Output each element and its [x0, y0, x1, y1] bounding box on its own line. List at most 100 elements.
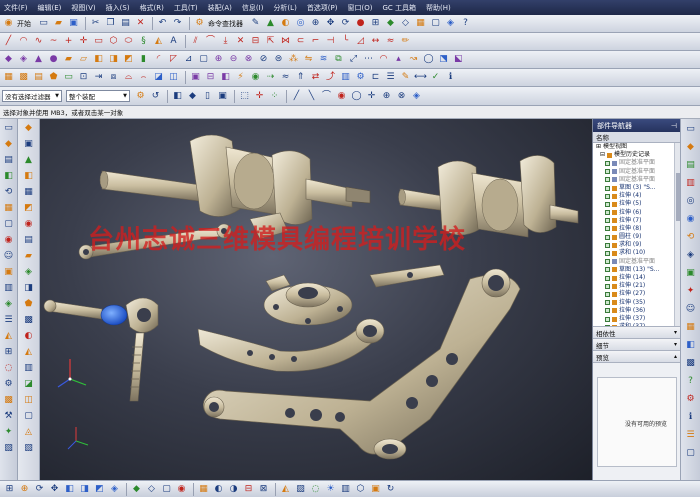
offset-surface-icon[interactable]: ⧈ — [107, 71, 120, 84]
graphics-window[interactable]: 台州志诚三维模具编程培训学校 — [40, 119, 592, 480]
assembly-navigator-tab-icon[interactable]: ▭ — [684, 122, 698, 136]
tool-11-icon[interactable]: ◨ — [22, 281, 36, 295]
save-icon[interactable]: ▣ — [67, 17, 80, 30]
move-face-icon[interactable]: ⬕ — [452, 53, 465, 66]
standard-part-icon[interactable]: ⚙ — [354, 71, 367, 84]
core-cavity-icon[interactable]: ◧ — [219, 71, 232, 84]
slider-icon[interactable]: ⇄ — [309, 71, 322, 84]
text-icon[interactable]: A — [167, 35, 180, 48]
menu-info[interactable]: 信息(I) — [242, 3, 264, 13]
pan-view-icon[interactable]: ✥ — [48, 483, 61, 496]
shell-icon[interactable]: ▢ — [197, 53, 210, 66]
visibility-checkbox[interactable] — [605, 316, 610, 322]
menu-preferences[interactable]: 首选项(P) — [307, 3, 338, 13]
visibility-checkbox[interactable] — [605, 160, 610, 166]
lighting-icon[interactable]: ☀ — [324, 483, 337, 496]
synchronous-icon[interactable]: ⬔ — [437, 53, 450, 66]
visibility-checkbox[interactable] — [605, 300, 610, 306]
tree-node-feature[interactable]: 拉伸 (35) — [593, 299, 680, 307]
line-icon[interactable]: ╱ — [2, 35, 15, 48]
tool-1-icon[interactable]: ◆ — [22, 121, 36, 135]
snap-intersection-icon[interactable]: ✛ — [365, 90, 378, 103]
snap-point-icon[interactable]: ✛ — [253, 90, 266, 103]
helix-icon[interactable]: § — [137, 35, 150, 48]
wireframe-view-icon[interactable]: ▢ — [160, 483, 173, 496]
rectangle-select-icon[interactable]: ⬚ — [238, 90, 251, 103]
render-icon[interactable]: ● — [354, 17, 367, 30]
patch-icon[interactable]: ◪ — [152, 71, 165, 84]
edit-section-icon[interactable]: ⊠ — [257, 483, 270, 496]
tool-palette-icon[interactable]: ⚙ — [2, 377, 16, 391]
snap-center-icon[interactable]: ◉ — [335, 90, 348, 103]
visibility-checkbox[interactable] — [605, 218, 610, 224]
tree-node-feature[interactable]: 拉伸 (5) — [593, 200, 680, 208]
command-finder-label[interactable]: 命令查找器 — [208, 19, 243, 29]
help-icon[interactable]: ? — [459, 17, 472, 30]
gate-icon[interactable]: ◉ — [249, 71, 262, 84]
tree-node-feature[interactable]: 拉伸 (8) — [593, 225, 680, 233]
cylinder-icon[interactable]: ◈ — [17, 53, 30, 66]
drawing-icon[interactable]: ✎ — [399, 71, 412, 84]
info-tab-icon[interactable]: ℹ — [684, 410, 698, 424]
tree-node-feature[interactable]: 拉伸 (36) — [593, 307, 680, 315]
menu-tools[interactable]: 工具(T) — [174, 3, 198, 13]
section-dependency[interactable]: 相依性 ▾ — [593, 327, 680, 339]
section-preview[interactable]: 预览 ▴ — [593, 351, 680, 363]
arc-icon[interactable]: ◠ — [17, 35, 30, 48]
scale-body-icon[interactable]: ⤢ — [347, 53, 360, 66]
color-icon[interactable]: ◭ — [279, 483, 292, 496]
clip-section-icon[interactable]: ⊟ — [242, 483, 255, 496]
mold-base-icon[interactable]: ▥ — [339, 71, 352, 84]
perspective-icon[interactable]: ⬡ — [354, 483, 367, 496]
snap-end-icon[interactable]: ⁘ — [268, 90, 281, 103]
assembly-navigator-icon[interactable]: ▭ — [2, 121, 16, 135]
visibility-checkbox[interactable] — [605, 291, 610, 297]
sew-icon[interactable]: ⋯ — [362, 53, 375, 66]
constraint-navigator-tab-icon[interactable]: ◆ — [684, 140, 698, 154]
info-icon[interactable]: ℹ — [444, 71, 457, 84]
tool-21-icon[interactable]: ▧ — [22, 441, 36, 455]
through-curves-icon[interactable]: ▦ — [2, 71, 15, 84]
sweep-icon[interactable]: ↝ — [407, 53, 420, 66]
rotate-icon[interactable]: ⟳ — [339, 17, 352, 30]
tree-node-feature[interactable]: 拉伸 (14) — [593, 274, 680, 282]
ejector-icon[interactable]: ⇑ — [294, 71, 307, 84]
draft-icon[interactable]: ⊿ — [182, 53, 195, 66]
flange-part[interactable] — [263, 274, 353, 326]
bounded-plane-icon[interactable]: ▭ — [62, 71, 75, 84]
analysis-palette-icon[interactable]: ◌ — [2, 361, 16, 375]
subtract-icon[interactable]: ⊖ — [227, 53, 240, 66]
visibility-checkbox[interactable] — [605, 251, 610, 257]
wireframe-icon[interactable]: ◇ — [399, 17, 412, 30]
join-curve-icon[interactable]: ⋈ — [279, 35, 292, 48]
visibility-checkbox[interactable] — [605, 275, 610, 281]
pocket-icon[interactable]: ▱ — [77, 53, 90, 66]
menu-analysis[interactable]: 分析(L) — [273, 3, 296, 13]
cone-icon[interactable]: ▲ — [32, 53, 45, 66]
hide-icon[interactable]: ◑ — [227, 483, 240, 496]
open-icon[interactable]: ▰ — [52, 17, 65, 30]
extrude-icon[interactable]: ▲ — [264, 17, 277, 30]
face-blend-icon[interactable]: ◠ — [377, 53, 390, 66]
tool-14-icon[interactable]: ◐ — [22, 329, 36, 343]
parting-icon[interactable]: ⊟ — [204, 71, 217, 84]
history-icon[interactable]: ⟲ — [2, 185, 16, 199]
thread-icon[interactable]: ≋ — [317, 53, 330, 66]
visual-report-tab-icon[interactable]: ▩ — [684, 356, 698, 370]
thicken-icon[interactable]: ◫ — [167, 71, 180, 84]
shaded-icon[interactable]: ◆ — [130, 483, 143, 496]
visibility-checkbox[interactable] — [605, 193, 610, 199]
block-icon[interactable]: ◆ — [2, 53, 15, 66]
system-materials-icon[interactable]: ▦ — [2, 201, 16, 215]
extract-curve-icon[interactable]: ⇱ — [264, 35, 277, 48]
wrap-curve-icon[interactable]: ⊂ — [294, 35, 307, 48]
select-edge-icon[interactable]: ▯ — [201, 90, 214, 103]
palette-tab-icon[interactable]: ◧ — [684, 338, 698, 352]
web-browser-tab-icon[interactable]: ◉ — [684, 212, 698, 226]
sphere-icon[interactable]: ● — [47, 53, 60, 66]
tree-node-feature[interactable]: 拉伸 (37) — [593, 315, 680, 323]
boss-icon[interactable]: ▰ — [62, 53, 75, 66]
tool-17-icon[interactable]: ◪ — [22, 377, 36, 391]
pad-icon[interactable]: ◧ — [92, 53, 105, 66]
cooling-icon[interactable]: ≈ — [279, 71, 292, 84]
